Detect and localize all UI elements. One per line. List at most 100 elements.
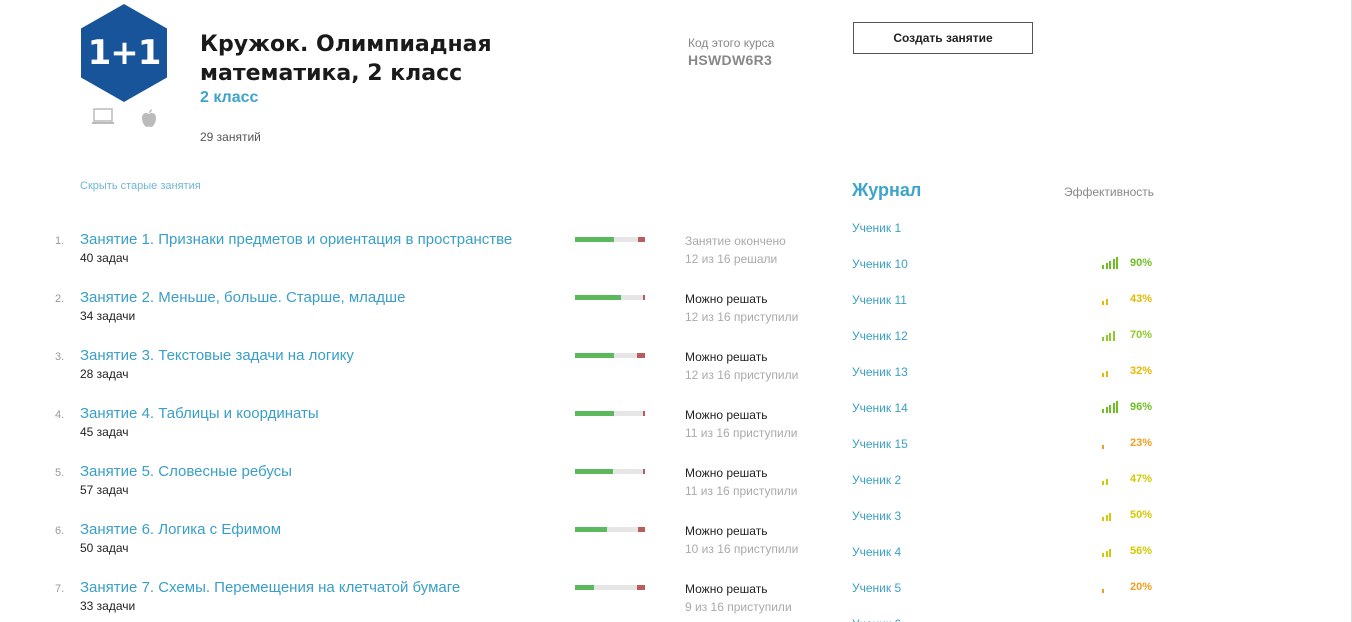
lessons-count: 29 занятий [200, 130, 261, 144]
efficiency-percent: 20% [1129, 581, 1152, 593]
student-name-link[interactable]: Ученик 12 [852, 329, 908, 343]
lesson-progress-bar [575, 353, 645, 358]
student-name-link[interactable]: Ученик 3 [852, 509, 901, 523]
progress-solved [575, 237, 614, 242]
student-efficiency: 23% [1082, 437, 1152, 453]
course-code-label: Код этого курса [688, 36, 775, 50]
student-efficiency: 20% [1082, 581, 1152, 597]
lesson-status: Можно решать [685, 466, 768, 480]
journal-student-row: Ученик 11 43% [852, 293, 1152, 329]
journal-student-row: Ученик 3 50% [852, 509, 1152, 545]
course-logo-text: 1+1 [87, 33, 162, 73]
student-name-link[interactable]: Ученик 1 [852, 221, 901, 235]
student-name-link[interactable]: Ученик 14 [852, 401, 908, 415]
hide-old-lessons-link[interactable]: Скрыть старые занятия [80, 180, 201, 192]
create-lesson-button[interactable]: Создать занятие [853, 22, 1033, 54]
efficiency-bar [1105, 515, 1108, 521]
journal-student-row: Ученик 6 [852, 617, 1152, 622]
efficiency-bar [1105, 551, 1108, 557]
desktop-icon [92, 108, 114, 133]
lesson-status: Можно решать [685, 350, 768, 364]
efficiency-bar [1102, 517, 1104, 521]
lesson-task-count: 33 задачи [80, 599, 136, 613]
efficiency-bars-icon [1102, 293, 1122, 305]
lesson-progress-bar [575, 237, 645, 242]
lesson-row: 3. Занятие 3. Текстовые задачи на логику 2… [0, 347, 840, 405]
student-name-link[interactable]: Ученик 13 [852, 365, 908, 379]
course-title: Кружок. Олимпиадная математика, 2 класс [200, 32, 492, 86]
lesson-row: 7. Занятие 7. Схемы. Перемещения на клетч… [0, 579, 840, 622]
lesson-title-link[interactable]: Занятие 6. Логика с Ефимом [80, 521, 281, 538]
student-efficiency: 90% [1082, 257, 1152, 273]
progress-solved [575, 469, 613, 474]
lesson-row: 1. Занятие 1. Признаки предметов и ориент… [0, 231, 840, 289]
student-name-link[interactable]: Ученик 11 [852, 293, 907, 307]
efficiency-percent: 23% [1129, 437, 1152, 449]
lesson-progress-bar [575, 295, 645, 300]
efficiency-bar [1102, 553, 1104, 557]
lesson-progress-bar [575, 585, 645, 590]
journal-student-row: Ученик 1 [852, 221, 1152, 257]
efficiency-percent: 47% [1129, 473, 1152, 485]
student-efficiency: 50% [1082, 509, 1152, 525]
student-name-link[interactable]: Ученик 2 [852, 473, 901, 487]
efficiency-percent: 56% [1129, 545, 1152, 557]
lesson-number: 1. [55, 235, 65, 247]
progress-failed [642, 411, 645, 416]
course-grade[interactable]: 2 класс [200, 89, 258, 107]
efficiency-bar [1105, 407, 1108, 413]
lesson-number: 3. [55, 351, 65, 363]
efficiency-bar [1112, 403, 1115, 413]
lesson-task-count: 34 задачи [80, 309, 136, 323]
student-name-link[interactable]: Ученик 10 [852, 257, 908, 271]
efficiency-bars-icon [1102, 473, 1122, 485]
efficiency-percent: 32% [1129, 365, 1152, 377]
lesson-participation: 12 из 16 приступили [685, 310, 799, 324]
course-code-value: HSWDW6R3 [688, 52, 773, 68]
efficiency-bar [1109, 261, 1111, 269]
student-efficiency: 70% [1082, 329, 1152, 345]
efficiency-bar [1109, 513, 1111, 521]
lesson-number: 5. [55, 467, 65, 479]
lesson-title-link[interactable]: Занятие 4. Таблицы и координаты [80, 405, 319, 422]
student-efficiency: 43% [1082, 293, 1152, 309]
lesson-title-link[interactable]: Занятие 1. Признаки предметов и ориентац… [80, 231, 512, 248]
efficiency-bar [1109, 333, 1111, 341]
progress-failed [636, 353, 645, 358]
efficiency-bar [1112, 259, 1115, 269]
lesson-number: 2. [55, 293, 65, 305]
efficiency-bar [1109, 405, 1111, 413]
lesson-participation: 12 из 16 приступили [685, 368, 799, 382]
lesson-title-link[interactable]: Занятие 3. Текстовые задачи на логику [80, 347, 354, 364]
efficiency-bar [1102, 409, 1104, 413]
lesson-title-link[interactable]: Занятие 7. Схемы. Перемещения на клетчат… [80, 579, 460, 596]
student-name-link[interactable]: Ученик 6 [852, 617, 901, 622]
journal-student-row: Ученик 10 90% [852, 257, 1152, 293]
student-name-link[interactable]: Ученик 4 [852, 545, 901, 559]
progress-failed [638, 527, 645, 532]
efficiency-bar [1105, 371, 1108, 377]
progress-failed [638, 237, 645, 242]
efficiency-percent: 90% [1129, 257, 1152, 269]
progress-solved [575, 295, 622, 300]
efficiency-bar [1109, 549, 1111, 557]
efficiency-bar [1102, 373, 1104, 377]
efficiency-bars-icon [1102, 545, 1122, 557]
efficiency-bars-icon [1102, 257, 1122, 269]
progress-solved [575, 411, 615, 416]
lesson-status: Можно решать [685, 524, 768, 538]
efficiency-bars-icon [1102, 401, 1122, 413]
lesson-status: Можно решать [685, 408, 768, 422]
progress-failed [642, 469, 645, 474]
lesson-title-link[interactable]: Занятие 2. Меньше, больше. Старше, младш… [80, 289, 405, 306]
lesson-row: 6. Занятие 6. Логика с Ефимом 50 задач Можн… [0, 521, 840, 579]
efficiency-bar [1102, 445, 1104, 449]
efficiency-percent: 50% [1129, 509, 1152, 521]
lesson-row: 4. Занятие 4. Таблицы и координаты 45 зада… [0, 405, 840, 463]
efficiency-bars-icon [1102, 509, 1122, 521]
efficiency-bar [1105, 335, 1108, 341]
student-name-link[interactable]: Ученик 15 [852, 437, 908, 451]
lesson-title-link[interactable]: Занятие 5. Словесные ребусы [80, 463, 292, 480]
journal-student-row: Ученик 2 47% [852, 473, 1152, 509]
student-name-link[interactable]: Ученик 5 [852, 581, 901, 595]
